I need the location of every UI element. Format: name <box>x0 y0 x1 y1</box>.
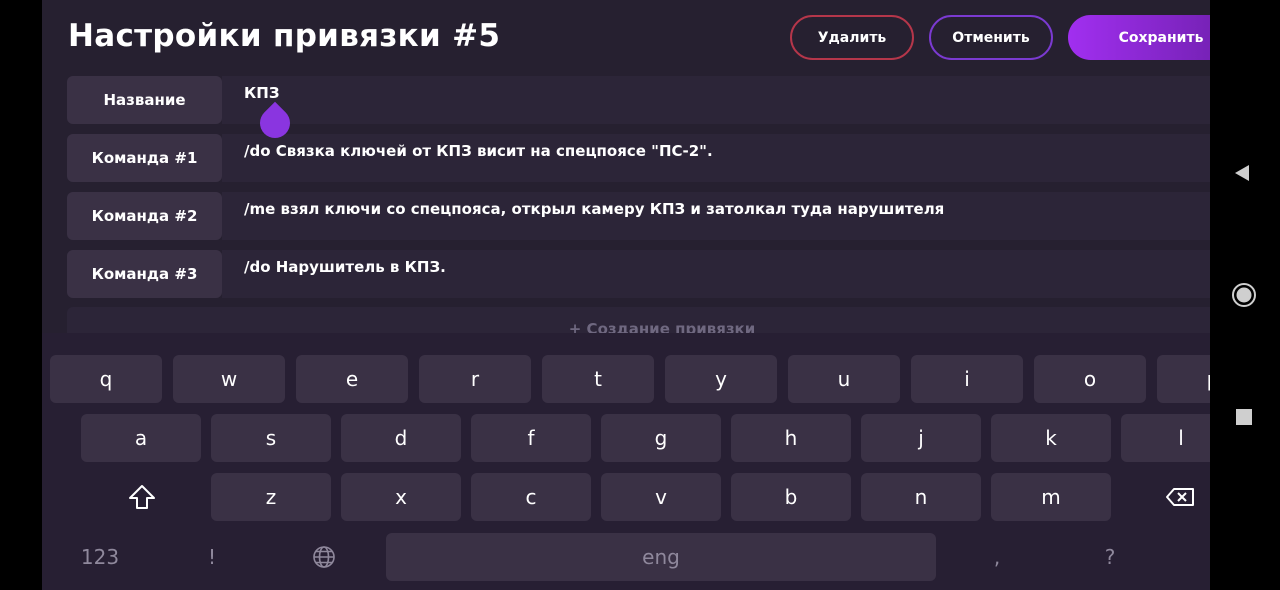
exclaim-key[interactable]: ! <box>184 533 240 581</box>
key-d[interactable]: d <box>341 414 461 462</box>
save-button[interactable]: Сохранить <box>1068 15 1210 60</box>
command-row-1: Команда #1 /do Связка ключей от КПЗ виси… <box>67 134 1210 182</box>
command-row-3: Команда #3 /do Нарушитель в КПЗ. <box>67 250 1210 298</box>
key-i[interactable]: i <box>911 355 1023 403</box>
page-title: Настройки привязки #5 <box>68 18 501 54</box>
key-o[interactable]: o <box>1034 355 1146 403</box>
key-n[interactable]: n <box>861 473 981 521</box>
app-window: Настройки привязки #5 Удалить Отменить С… <box>42 0 1210 590</box>
key-t[interactable]: t <box>542 355 654 403</box>
back-nav-icon[interactable] <box>1232 163 1252 183</box>
key-r[interactable]: r <box>419 355 531 403</box>
key-l[interactable]: l <box>1121 414 1210 462</box>
command-label-1: Команда #1 <box>67 134 222 182</box>
numbers-key[interactable]: 123 <box>62 533 138 581</box>
command-value-1: /do Связка ключей от КПЗ висит на спецпо… <box>244 142 713 160</box>
name-row: Название КПЗ <box>67 76 1210 124</box>
backspace-key[interactable] <box>1142 473 1210 521</box>
comma-key[interactable]: , <box>969 533 1025 581</box>
key-c[interactable]: c <box>471 473 591 521</box>
key-f[interactable]: f <box>471 414 591 462</box>
shift-icon <box>129 485 155 509</box>
key-u[interactable]: u <box>788 355 900 403</box>
onscreen-keyboard: q w e r t y u i o p a s d f g h j k l z … <box>42 333 1210 590</box>
name-value: КПЗ <box>244 84 280 102</box>
key-w[interactable]: w <box>173 355 285 403</box>
key-j[interactable]: j <box>861 414 981 462</box>
name-label: Название <box>67 76 222 124</box>
shift-key[interactable] <box>104 473 180 521</box>
question-key[interactable]: ? <box>1082 533 1138 581</box>
command-value-3: /do Нарушитель в КПЗ. <box>244 258 446 276</box>
delete-button[interactable]: Удалить <box>790 15 914 60</box>
space-key[interactable]: eng <box>386 533 936 581</box>
key-g[interactable]: g <box>601 414 721 462</box>
key-z[interactable]: z <box>211 473 331 521</box>
key-a[interactable]: a <box>81 414 201 462</box>
key-b[interactable]: b <box>731 473 851 521</box>
key-v[interactable]: v <box>601 473 721 521</box>
key-y[interactable]: y <box>665 355 777 403</box>
key-e[interactable]: e <box>296 355 408 403</box>
name-field[interactable] <box>222 76 1210 124</box>
slash-key[interactable]: / <box>1192 533 1210 581</box>
globe-icon <box>313 546 335 568</box>
home-nav-icon[interactable] <box>1231 282 1257 308</box>
command-label-3: Команда #3 <box>67 250 222 298</box>
key-q[interactable]: q <box>50 355 162 403</box>
cancel-button[interactable]: Отменить <box>929 15 1053 60</box>
recents-nav-icon[interactable] <box>1235 408 1253 426</box>
backspace-icon <box>1166 488 1194 506</box>
key-m[interactable]: m <box>991 473 1111 521</box>
command-row-2: Команда #2 /me взял ключи со спецпояса, … <box>67 192 1210 240</box>
language-key[interactable] <box>296 533 352 581</box>
key-h[interactable]: h <box>731 414 851 462</box>
command-value-2: /me взял ключи со спецпояса, открыл каме… <box>244 200 945 218</box>
key-p[interactable]: p <box>1157 355 1210 403</box>
command-label-2: Команда #2 <box>67 192 222 240</box>
key-x[interactable]: x <box>341 473 461 521</box>
system-nav-bar <box>1210 0 1280 590</box>
key-s[interactable]: s <box>211 414 331 462</box>
key-k[interactable]: k <box>991 414 1111 462</box>
